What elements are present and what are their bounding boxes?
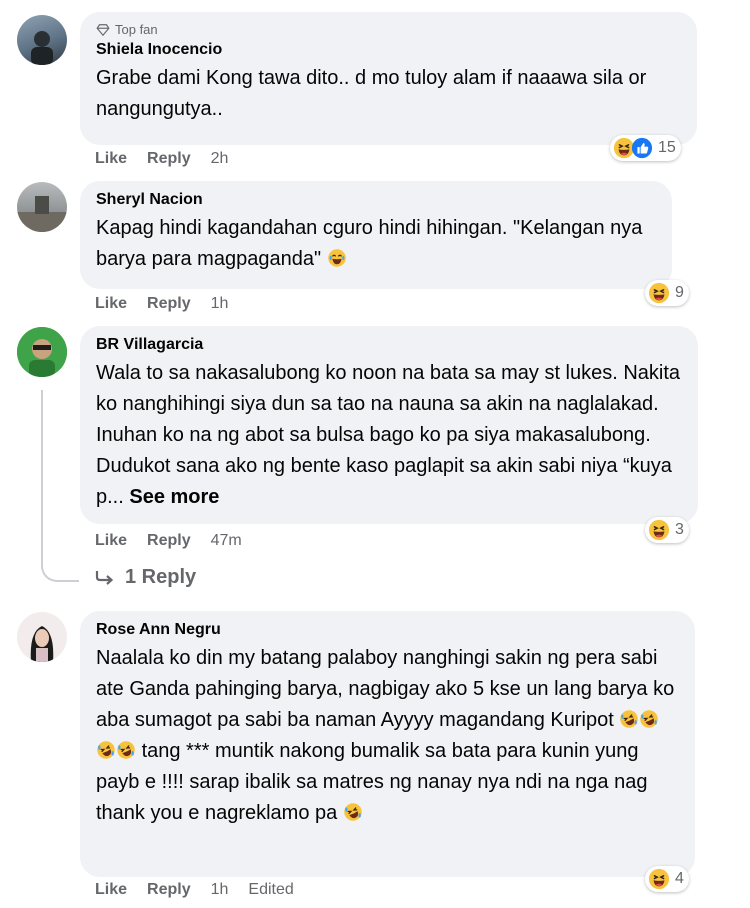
replies-count[interactable]: 1 Reply [125,566,196,589]
reaction-count: 3 [675,521,684,538]
comment-actions: Like Reply 2h [95,150,228,168]
see-more-link[interactable]: See more [129,486,219,508]
reply-button[interactable]: Reply [147,150,191,168]
rofl-emoji-icon [116,740,136,760]
comment-text: Grabe dami Kong tawa dito.. d mo tuloy a… [96,67,647,120]
like-button[interactable]: Like [95,295,127,313]
avatar[interactable] [17,327,67,377]
top-fan-badge-icon [96,23,110,36]
avatar-photo [17,327,67,377]
reaction-summary[interactable]: 9 [645,280,689,306]
thread-line [41,390,43,555]
comment-time[interactable]: 2h [211,150,229,168]
comment-actions: Like Reply 1h Edited [95,881,294,899]
laughing-emoji-icon [327,248,347,268]
avatar-photo [17,196,67,232]
reaction-count: 15 [658,139,676,156]
like-button[interactable]: Like [95,150,127,168]
comment-actions: Like Reply 1h [95,295,228,313]
reaction-summary[interactable]: 4 [645,866,689,892]
comment-time[interactable]: 1h [211,881,229,899]
reply-button[interactable]: Reply [147,881,191,899]
like-button[interactable]: Like [95,881,127,899]
comment-bubble: Rose Ann Negru Naalala ko din my batang … [80,611,695,877]
rofl-emoji-icon [343,802,363,822]
comment-text-part1: Naalala ko din my batang palaboy nanghin… [96,647,675,731]
comment-author[interactable]: Rose Ann Negru [96,621,679,639]
reaction-count: 4 [675,870,684,887]
haha-reaction-icon [648,868,670,890]
comment-actions: Like Reply 47m [95,532,242,550]
view-replies-button[interactable]: 1 Reply [95,566,196,589]
comment-author[interactable]: Sheryl Nacion [96,191,656,209]
like-reaction-icon [631,137,653,159]
reply-button[interactable]: Reply [147,295,191,313]
top-fan-badge: Top fan [96,22,681,37]
avatar[interactable] [17,15,67,65]
comment-author[interactable]: Shiela Inocencio [96,41,681,59]
avatar[interactable] [17,182,67,232]
thread-connector [41,540,79,582]
badge-label: Top fan [115,22,158,37]
avatar-photo [31,31,53,65]
rofl-emoji-icon [96,740,116,760]
rofl-emoji-icon [619,709,639,729]
comment-time[interactable]: 1h [211,295,229,313]
comment-text-content: Kapag hindi kagandahan cguro hindi hihin… [96,217,643,270]
reply-arrow-icon [95,570,114,585]
avatar-photo [17,612,67,662]
comment-text: Kapag hindi kagandahan cguro hindi hihin… [96,213,656,275]
reaction-count: 9 [675,284,684,301]
reply-button[interactable]: Reply [147,532,191,550]
reaction-summary[interactable]: 3 [645,517,689,543]
comment-time[interactable]: 47m [211,532,242,550]
edited-label: Edited [248,881,294,898]
comment-bubble: Sheryl Nacion Kapag hindi kagandahan cgu… [80,181,672,289]
comment-bubble: BR Villagarcia Wala to sa nakasalubong k… [80,326,698,524]
rofl-emoji-icon [639,709,659,729]
comment-text-part2: tang *** muntik nakong bumalik sa bata p… [96,740,648,824]
avatar[interactable] [17,612,67,662]
haha-reaction-icon [648,282,670,304]
reaction-summary[interactable]: 15 [610,135,681,161]
comment-text: Wala to sa nakasalubong ko noon na bata … [96,358,682,513]
like-button[interactable]: Like [95,532,127,550]
comment-author[interactable]: BR Villagarcia [96,336,682,354]
comment-text: Naalala ko din my batang palaboy nanghin… [96,643,679,829]
haha-reaction-icon [648,519,670,541]
comment-bubble: Top fan Shiela Inocencio Grabe dami Kong… [80,12,697,145]
